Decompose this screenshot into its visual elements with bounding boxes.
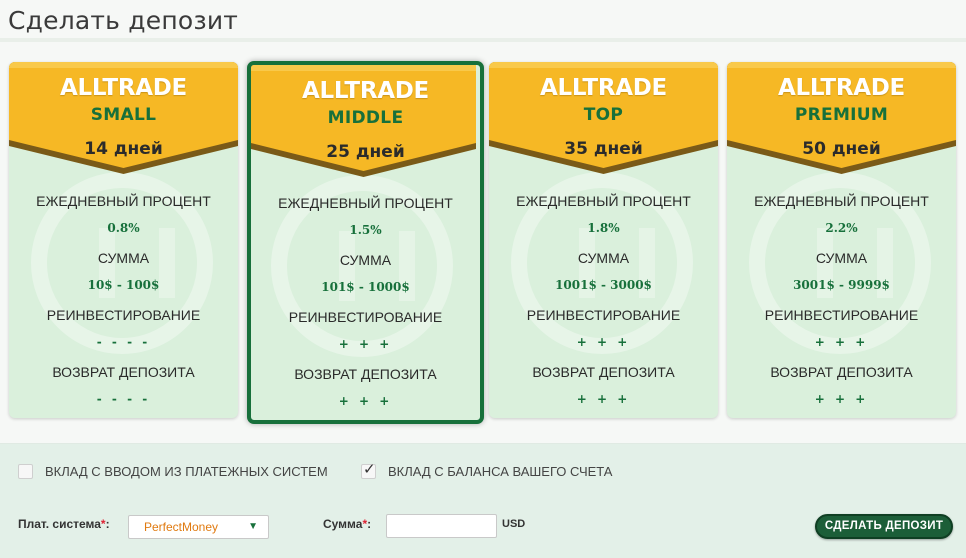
amount-input[interactable] [386, 514, 497, 538]
reinvest-label: РЕИНВЕСТИРОВАНИЕ [764, 307, 919, 323]
reinvest-value: + + + [576, 335, 631, 349]
deposit-return-value: + + + [576, 392, 631, 406]
deposit-return-value: - - - - [96, 392, 151, 406]
option-balance[interactable]: ВКЛАД С БАЛАНСА ВАШЕГО СЧЕТА [361, 460, 613, 481]
label-colon: : [367, 517, 372, 531]
sum-label: СУММА [339, 252, 392, 268]
reinvest-label: РЕИНВЕСТИРОВАНИЕ [526, 307, 681, 323]
plans-container: ALLTRADE SMALL 14 дней ЕЖЕДНЕВНЫЙ ПРОЦЕНТ 0.… [0, 0, 966, 430]
deposit-return-label: ВОЗВРАТ ДЕПОЗИТА [52, 364, 195, 380]
deposit-return-value: + + + [814, 392, 869, 406]
deposit-return-label: ВОЗВРАТ ДЕПОЗИТА [532, 364, 675, 380]
reinvest-value: + + + [338, 337, 393, 351]
deposit-return-value: + + + [338, 394, 393, 408]
plan-brand: ALLTRADE [540, 75, 667, 101]
plan-card-middle[interactable]: ALLTRADE MIDDLE 25 дней ЕЖЕДНЕВНЫЙ ПРОЦЕНТ 1… [247, 61, 484, 424]
reinvest-value: - - - - [96, 335, 151, 349]
daily-percent-value: 1.5% [349, 223, 382, 237]
sum-label: СУММА [577, 250, 630, 266]
reinvest-value: + + + [814, 335, 869, 349]
deposit-return-label: ВОЗВРАТ ДЕПОЗИТА [770, 364, 913, 380]
payment-systems-checkbox[interactable] [18, 463, 33, 479]
plan-card-small[interactable]: ALLTRADE SMALL 14 дней ЕЖЕДНЕВНЫЙ ПРОЦЕНТ 0.… [9, 62, 238, 418]
daily-percent-label: ЕЖЕДНЕВНЫЙ ПРОЦЕНТ [516, 193, 691, 209]
plan-name: MIDDLE [327, 108, 404, 128]
reinvest-label: РЕИНВЕСТИРОВАНИЕ [46, 307, 201, 323]
payment-systems-label: ВКЛАД С ВВОДОМ ИЗ ПЛАТЕЖНЫХ СИСТЕМ [45, 463, 328, 479]
deposit-return-label: ВОЗВРАТ ДЕПОЗИТА [294, 366, 437, 382]
amount-field-label: Сумма*: [323, 517, 371, 531]
make-deposit-button[interactable]: СДЕЛАТЬ ДЕПОЗИТ [815, 514, 953, 539]
option-payment-systems[interactable]: ВКЛАД С ВВОДОМ ИЗ ПЛАТЕЖНЫХ СИСТЕМ [18, 461, 328, 481]
plan-duration: 35 дней [564, 139, 643, 159]
payment-system-value: PerfectMoney [144, 520, 219, 534]
reinvest-label: РЕИНВЕСТИРОВАНИЕ [288, 309, 443, 325]
plan-brand: ALLTRADE [778, 75, 905, 101]
sum-label: СУММА [815, 250, 868, 266]
payment-system-label-text: Плат. система [18, 517, 101, 531]
dropdown-arrow-icon: ▼ [248, 521, 258, 532]
plan-card-premium[interactable]: ALLTRADE PREMIUM 50 дней ЕЖЕДНЕВНЫЙ ПРОЦЕНТ… [727, 62, 956, 418]
daily-percent-label: ЕЖЕДНЕВНЫЙ ПРОЦЕНТ [36, 193, 211, 209]
plan-name: SMALL [90, 105, 157, 125]
sum-value: 10$ - 100$ [87, 278, 160, 292]
deposit-form: ВКЛАД С ВВОДОМ ИЗ ПЛАТЕЖНЫХ СИСТЕМ ВКЛАД… [0, 443, 966, 558]
sum-value: 101$ - 1000$ [321, 280, 410, 294]
balance-checkbox[interactable] [361, 460, 376, 479]
plan-card-top[interactable]: ALLTRADE TOP 35 дней ЕЖЕДНЕВНЫЙ ПРОЦЕНТ 1.8%… [489, 62, 718, 418]
daily-percent-value: 1.8% [587, 221, 620, 235]
plan-duration: 50 дней [802, 139, 881, 159]
payment-system-field-label: Плат. система*: [18, 517, 110, 531]
plan-brand: ALLTRADE [302, 78, 429, 104]
daily-percent-value: 0.8% [107, 221, 140, 235]
sum-value: 1001$ - 3000$ [555, 278, 652, 292]
plan-duration: 14 дней [84, 139, 163, 159]
plan-name: PREMIUM [794, 105, 889, 125]
label-colon: : [105, 517, 110, 531]
sum-label: СУММА [97, 250, 150, 266]
plan-duration: 25 дней [326, 142, 405, 162]
balance-label: ВКЛАД С БАЛАНСА ВАШЕГО СЧЕТА [388, 463, 613, 479]
amount-label-text: Сумма [323, 517, 363, 531]
daily-percent-label: ЕЖЕДНЕВНЫЙ ПРОЦЕНТ [754, 193, 929, 209]
payment-system-select[interactable]: PerfectMoney ▼ [128, 515, 269, 539]
daily-percent-label: ЕЖЕДНЕВНЫЙ ПРОЦЕНТ [278, 195, 453, 211]
currency-label: USD [502, 518, 526, 530]
plan-brand: ALLTRADE [60, 75, 187, 101]
sum-value: 3001$ - 9999$ [793, 278, 890, 292]
daily-percent-value: 2.2% [825, 221, 858, 235]
plan-name: TOP [583, 105, 624, 125]
